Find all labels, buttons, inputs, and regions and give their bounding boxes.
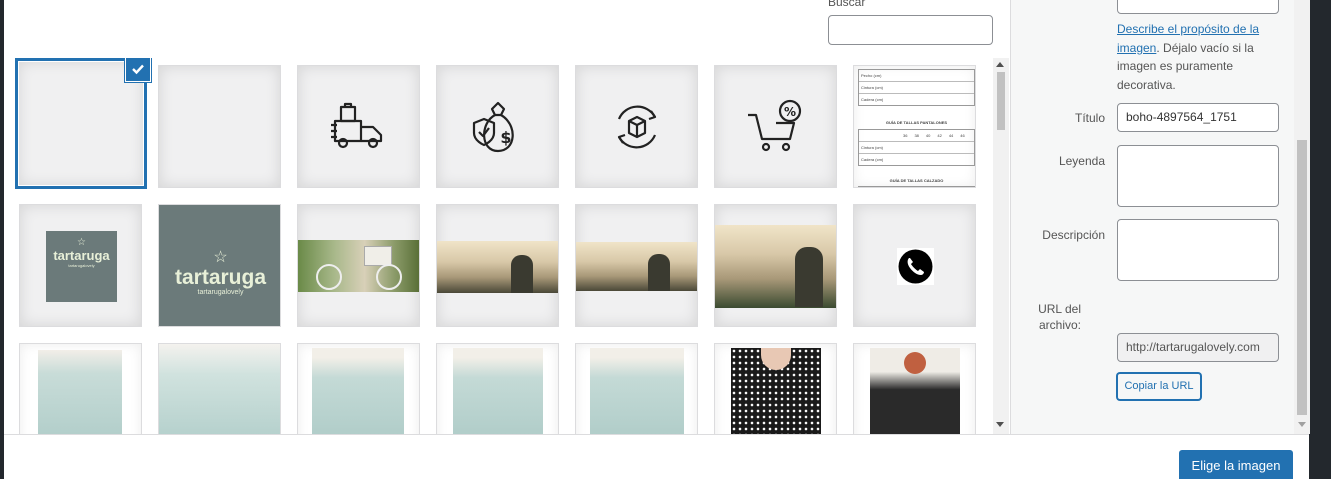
- attachment-tile[interactable]: %: [714, 65, 837, 188]
- caption-field[interactable]: [1117, 145, 1279, 207]
- attachment-tile[interactable]: $: [436, 65, 559, 188]
- attachment-tile[interactable]: Pecho (cm) Cintura (cm) Cadera (cm) GUÍA…: [853, 65, 976, 188]
- turtle-icon: ☆: [77, 237, 86, 248]
- copy-url-button[interactable]: Copiar la URL: [1117, 373, 1201, 400]
- dress-photo: [38, 350, 122, 434]
- sidebar-scroll-down-icon[interactable]: [1298, 422, 1306, 427]
- modal-toolbar: Elige la imagen: [4, 434, 1309, 479]
- attachment-tile[interactable]: [714, 343, 837, 434]
- sidebar-scroll-thumb[interactable]: [1297, 140, 1307, 415]
- dress-photo: [312, 348, 404, 434]
- cart-discount-icon: %: [748, 99, 802, 152]
- choose-image-button[interactable]: Elige la imagen: [1179, 450, 1293, 479]
- svg-text:$: $: [500, 128, 511, 147]
- polka-dot-dress-photo: [731, 348, 821, 434]
- attachment-tile[interactable]: [158, 343, 281, 434]
- svg-text:%: %: [784, 105, 796, 119]
- media-modal: Buscar $ % Pecho (cm) Cintura (cm) Cader…: [4, 0, 1310, 479]
- sunset-photo: [576, 242, 697, 291]
- attachment-tile[interactable]: [158, 65, 281, 188]
- money-bag-shield-icon: $: [472, 101, 514, 153]
- attachment-tile[interactable]: ☆ tartaruga tartarugalovely: [158, 204, 281, 327]
- grid-scroll-thumb[interactable]: [997, 72, 1005, 130]
- dark-dress-photo: [870, 348, 960, 434]
- alt-text-field[interactable]: [1117, 0, 1279, 14]
- check-icon[interactable]: [125, 58, 151, 82]
- size-guide-table: Pecho (cm) Cintura (cm) Cadera (cm) GUÍA…: [858, 69, 975, 187]
- attachment-tile[interactable]: ☆ tartaruga tartarugalovely: [19, 204, 142, 327]
- description-field[interactable]: [1117, 219, 1279, 281]
- bicycle-photo: [298, 240, 419, 292]
- url-label: URL del archivo:: [1038, 302, 1081, 332]
- title-field[interactable]: boho-4897564_1751: [1117, 103, 1279, 132]
- dress-photo: [159, 344, 280, 434]
- attachment-details-sidebar: Describe el propósito de la imagen. Déja…: [1010, 0, 1309, 434]
- attachment-tile[interactable]: [575, 343, 698, 434]
- turtle-icon: ☆: [213, 249, 228, 266]
- sunset-photo: [715, 225, 836, 308]
- sidebar-scrollbar[interactable]: [1294, 0, 1310, 434]
- search-input[interactable]: [828, 15, 993, 45]
- attachment-tile[interactable]: [575, 204, 698, 327]
- attachment-tile[interactable]: [19, 343, 142, 434]
- description-label: Descripción: [1042, 228, 1105, 242]
- attachment-tile[interactable]: [436, 343, 559, 434]
- logo-image: ☆ tartaruga tartarugalovely: [159, 205, 280, 326]
- attachment-tile[interactable]: [297, 343, 420, 434]
- file-url-field[interactable]: http://tartarugalovely.com: [1117, 333, 1279, 362]
- caption-label: Leyenda: [1058, 154, 1105, 168]
- search-label: Buscar: [828, 0, 866, 9]
- dress-photo: [590, 348, 684, 434]
- title-label: Título: [1074, 111, 1105, 125]
- dress-photo: [453, 348, 543, 434]
- scroll-up-icon[interactable]: [996, 62, 1004, 67]
- scroll-down-icon[interactable]: [996, 422, 1004, 427]
- attachment-tile[interactable]: [853, 204, 976, 327]
- box-return-icon: [617, 105, 657, 149]
- logo-image: ☆ tartaruga tartarugalovely: [46, 231, 117, 302]
- sunset-photo: [437, 241, 558, 293]
- attachment-tile[interactable]: [575, 65, 698, 188]
- attachment-tile[interactable]: [436, 204, 559, 327]
- attachment-tile[interactable]: [853, 343, 976, 434]
- attachment-tile[interactable]: [297, 65, 420, 188]
- phone-icon: [898, 249, 933, 284]
- attachments-grid: $ % Pecho (cm) Cintura (cm) Cadera (cm) …: [15, 58, 993, 434]
- phone-image: [897, 248, 934, 285]
- attachment-tile[interactable]: [714, 204, 837, 327]
- attachment-tile[interactable]: [297, 204, 420, 327]
- alt-text-help: Describe el propósito de la imagen. Déja…: [1117, 22, 1260, 92]
- delivery-truck-icon: [331, 102, 383, 149]
- grid-scrollbar[interactable]: [993, 58, 1009, 434]
